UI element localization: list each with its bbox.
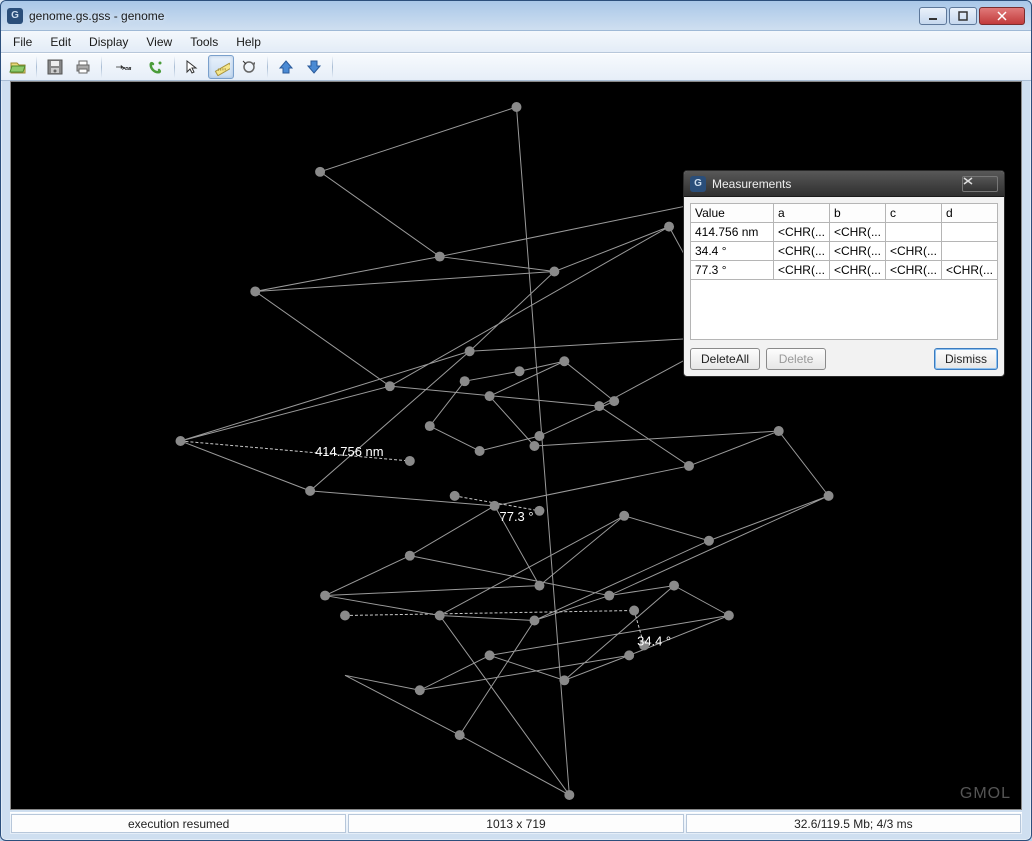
- select-button[interactable]: [180, 55, 206, 79]
- table-row[interactable]: 414.756 nm <CHR(... <CHR(...: [691, 223, 998, 242]
- table-header-row: Value a b c d: [691, 204, 998, 223]
- col-c[interactable]: c: [885, 204, 941, 223]
- col-b[interactable]: b: [829, 204, 885, 223]
- toolbar-separator: [174, 56, 175, 78]
- table-row[interactable]: 77.3 ° <CHR(... <CHR(... <CHR(... <CHR(.…: [691, 261, 998, 280]
- viewport-canvas[interactable]: 414.756 nm 77.3 ° 34.4 ° GMOL G Measurem…: [10, 81, 1022, 810]
- app-icon: G: [7, 8, 23, 24]
- save-icon: [46, 58, 64, 76]
- rotate-button[interactable]: [236, 55, 262, 79]
- menu-help[interactable]: Help: [228, 33, 269, 51]
- toolbar: PDB: [1, 53, 1031, 81]
- save-button[interactable]: [42, 55, 68, 79]
- maximize-button[interactable]: [949, 7, 977, 25]
- dialog-icon: G: [690, 176, 706, 192]
- maximize-icon: [958, 11, 968, 21]
- menu-edit[interactable]: Edit: [42, 33, 79, 51]
- close-icon: [997, 11, 1007, 21]
- menubar: File Edit Display View Tools Help: [1, 31, 1031, 53]
- col-a[interactable]: a: [773, 204, 829, 223]
- status-message: execution resumed: [11, 814, 346, 833]
- dialog-title: Measurements: [712, 177, 962, 191]
- up-button[interactable]: [273, 55, 299, 79]
- menu-view[interactable]: View: [138, 33, 180, 51]
- close-icon: [963, 177, 997, 191]
- toolbar-separator: [36, 56, 37, 78]
- rotate-icon: [240, 58, 258, 76]
- angle2-label: 34.4 °: [637, 633, 671, 648]
- svg-text:PDB: PDB: [122, 66, 131, 71]
- statusbar: execution resumed 1013 x 719 32.6/119.5 …: [10, 812, 1022, 834]
- status-memory: 32.6/119.5 Mb; 4/3 ms: [686, 814, 1021, 833]
- watermark: GMOL: [960, 785, 1011, 803]
- minimize-button[interactable]: [919, 7, 947, 25]
- col-d[interactable]: d: [941, 204, 997, 223]
- print-icon: [74, 58, 92, 76]
- main-window: G genome.gs.gss - genome File Edit Displ…: [0, 0, 1032, 841]
- minimize-icon: [928, 11, 938, 21]
- open-button[interactable]: [5, 55, 31, 79]
- select-icon: [184, 58, 202, 76]
- down-button[interactable]: [301, 55, 327, 79]
- measurements-table[interactable]: Value a b c d 414.756 nm <CHR(... <CHR(.…: [690, 203, 998, 280]
- measure-button[interactable]: [208, 55, 234, 79]
- close-button[interactable]: [979, 7, 1025, 25]
- col-value[interactable]: Value: [691, 204, 774, 223]
- menu-file[interactable]: File: [5, 33, 40, 51]
- link-icon: [147, 58, 165, 76]
- distance-label: 414.756 nm: [315, 444, 383, 459]
- measurements-dialog[interactable]: G Measurements Value a b c d: [683, 170, 1005, 377]
- table-row[interactable]: 34.4 ° <CHR(... <CHR(... <CHR(...: [691, 242, 998, 261]
- dismiss-button[interactable]: Dismiss: [934, 348, 998, 370]
- toolbar-separator: [101, 56, 102, 78]
- dialog-close-button[interactable]: [962, 176, 998, 192]
- dialog-titlebar[interactable]: G Measurements: [684, 171, 1004, 197]
- status-dimensions: 1013 x 719: [348, 814, 683, 833]
- print-button[interactable]: [70, 55, 96, 79]
- angle1-label: 77.3 °: [500, 509, 534, 524]
- pdb-button[interactable]: PDB: [107, 55, 141, 79]
- toolbar-separator: [267, 56, 268, 78]
- toolbar-separator: [332, 56, 333, 78]
- table-empty-area: [690, 280, 998, 340]
- titlebar[interactable]: G genome.gs.gss - genome: [1, 1, 1031, 31]
- pdb-icon: PDB: [115, 58, 133, 76]
- open-icon: [9, 58, 27, 76]
- link-button[interactable]: [143, 55, 169, 79]
- window-title: genome.gs.gss - genome: [29, 9, 919, 23]
- dialog-body: Value a b c d 414.756 nm <CHR(... <CHR(.…: [684, 197, 1004, 376]
- menu-tools[interactable]: Tools: [182, 33, 226, 51]
- menu-display[interactable]: Display: [81, 33, 136, 51]
- down-arrow-icon: [305, 58, 323, 76]
- measure-icon: [212, 58, 230, 76]
- delete-button[interactable]: Delete: [766, 348, 826, 370]
- delete-all-button[interactable]: DeleteAll: [690, 348, 760, 370]
- up-arrow-icon: [277, 58, 295, 76]
